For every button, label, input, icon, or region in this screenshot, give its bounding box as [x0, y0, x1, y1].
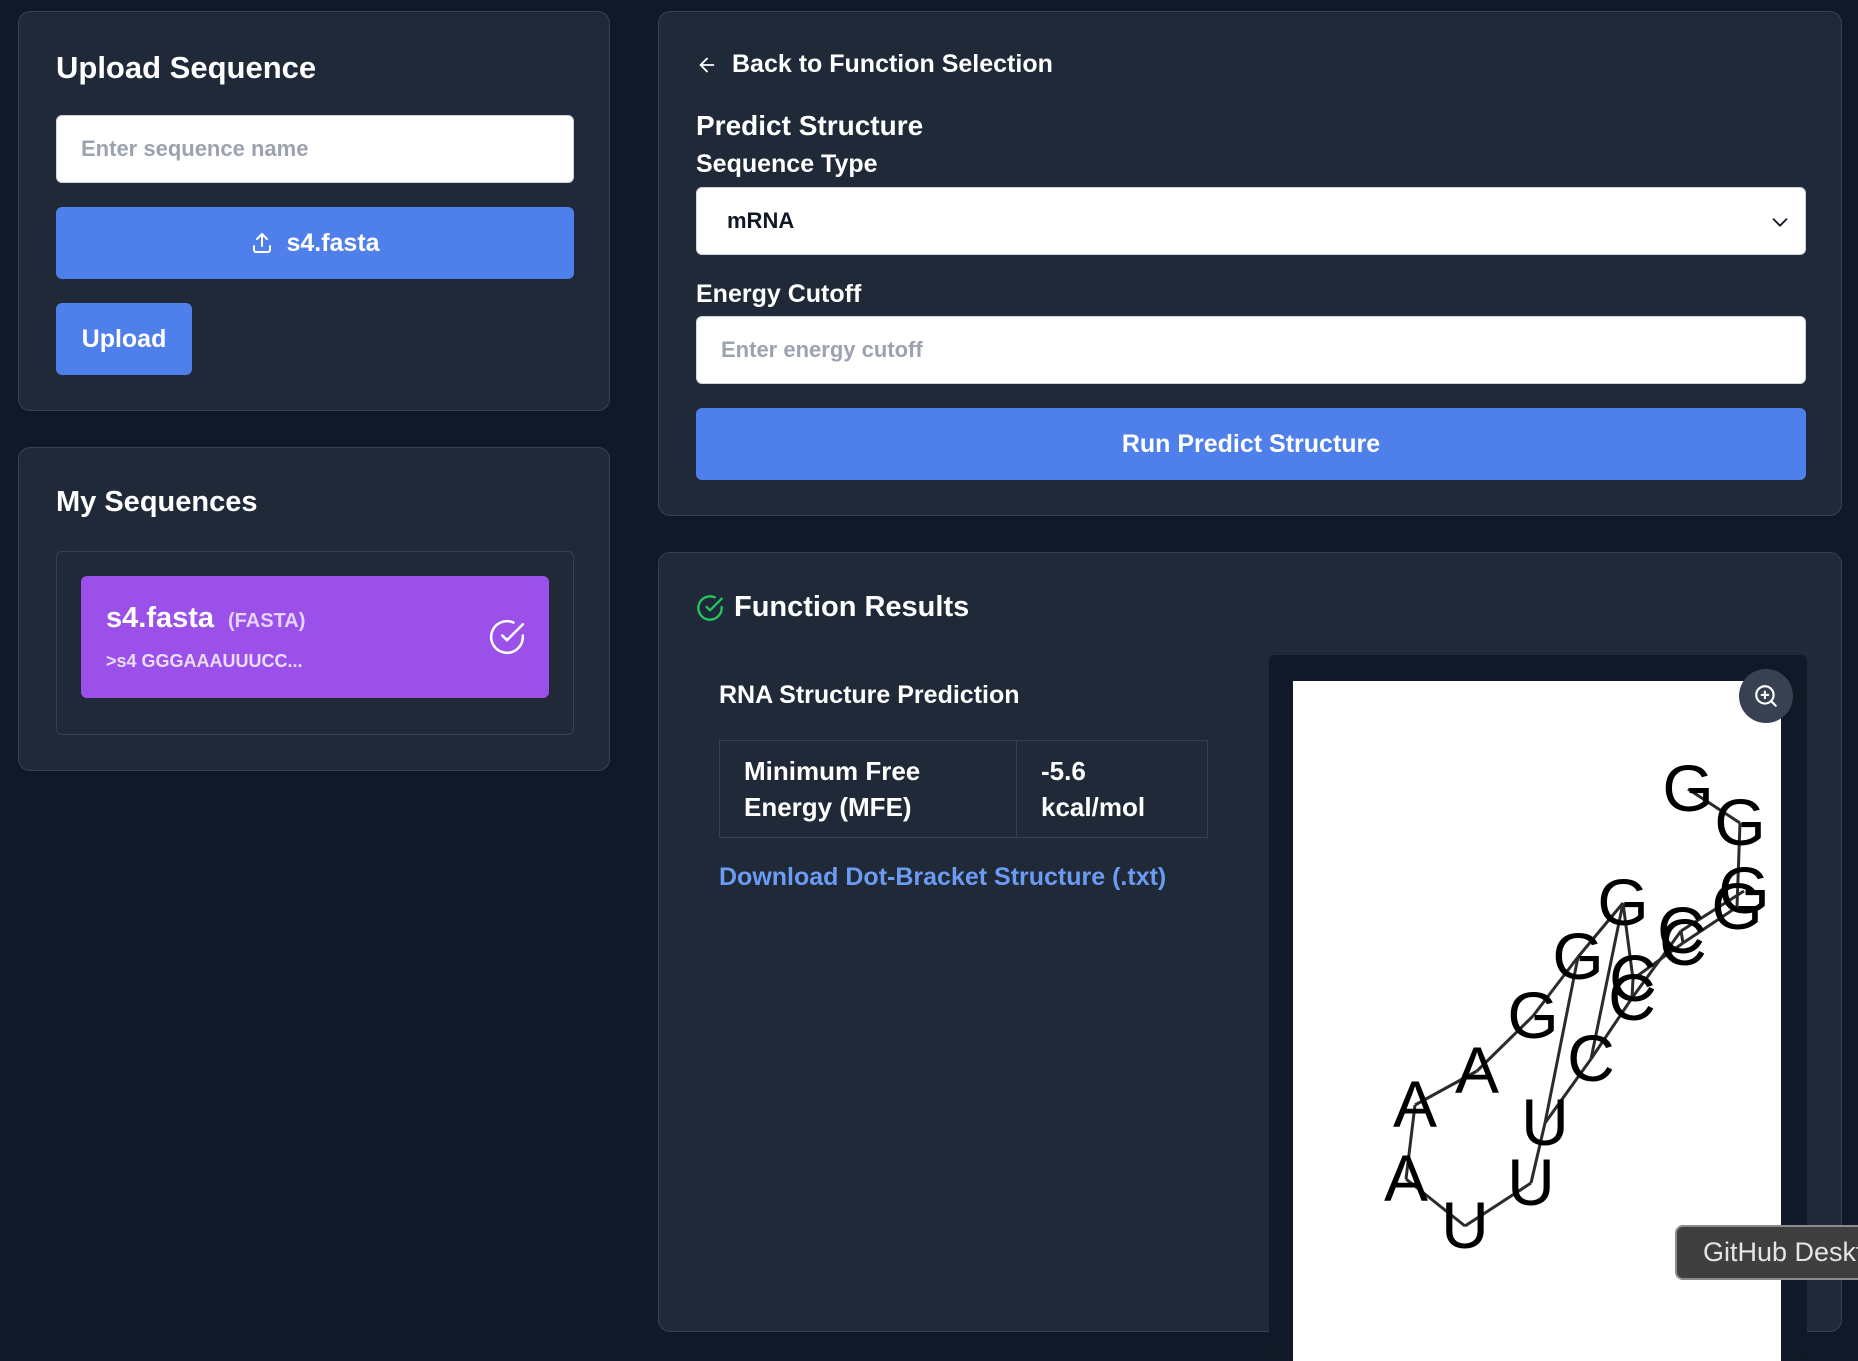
- file-select-button[interactable]: s4.fasta: [56, 207, 574, 279]
- results-subtitle: RNA Structure Prediction: [719, 681, 1020, 709]
- nucleotide-label: U: [1441, 1188, 1489, 1262]
- tooltip-text: GitHub Desktop: [1703, 1237, 1858, 1267]
- zoom-in-button[interactable]: [1739, 669, 1793, 723]
- nucleotide-label: G: [1552, 919, 1603, 993]
- arrow-left-icon: [696, 54, 718, 76]
- nucleotide-label: U: [1521, 1085, 1569, 1159]
- nucleotide-label: G: [1718, 853, 1769, 927]
- nucleotide-label: G: [1597, 865, 1648, 939]
- sequence-list: s4.fasta (FASTA) >s4 GGGAAAUUUCC...: [56, 551, 574, 735]
- energy-cutoff-label: Energy Cutoff: [696, 280, 862, 308]
- nucleotide-label: A: [1455, 1033, 1499, 1107]
- back-link-label: Back to Function Selection: [732, 50, 1053, 78]
- mfe-value-line2: kcal/mol: [1041, 792, 1146, 822]
- upload-button[interactable]: Upload: [56, 303, 192, 375]
- upload-sequence-panel: Upload Sequence s4.fasta Upload: [18, 11, 610, 411]
- mfe-table: Minimum Free Energy (MFE) -5.6 kcal/mol: [719, 740, 1208, 838]
- energy-cutoff-input[interactable]: [696, 316, 1806, 384]
- nucleotide-label: G: [1507, 978, 1558, 1052]
- sequence-name-input[interactable]: [56, 115, 574, 183]
- check-circle-icon: [696, 594, 724, 622]
- nucleotide-label: C: [1608, 960, 1656, 1034]
- results-header: Function Results: [696, 591, 969, 624]
- file-select-label: s4.fasta: [286, 228, 380, 257]
- function-panel: Back to Function Selection Predict Struc…: [658, 11, 1842, 516]
- sequence-type-label: Sequence Type: [696, 150, 878, 178]
- nucleotide-label: G: [1714, 785, 1765, 859]
- results-title: Function Results: [734, 591, 970, 623]
- nucleotide-label: C: [1657, 893, 1705, 967]
- mfe-value-line1: -5.6: [1041, 756, 1086, 786]
- mfe-value-cell: -5.6 kcal/mol: [1017, 741, 1207, 837]
- zoom-in-icon: [1753, 683, 1779, 709]
- back-link[interactable]: Back to Function Selection: [696, 50, 1053, 79]
- sequence-card[interactable]: s4.fasta (FASTA) >s4 GGGAAAUUUCC...: [81, 576, 549, 698]
- function-title: Predict Structure: [696, 110, 924, 141]
- sequence-type-select[interactable]: mRNA: [696, 187, 1806, 255]
- nucleotide-label: G: [1662, 751, 1713, 825]
- sequence-type-value: mRNA: [727, 208, 795, 233]
- sequence-name: s4.fasta: [106, 602, 215, 634]
- mfe-label-line2: Energy (MFE): [744, 792, 912, 822]
- sequence-preview: >s4 GGGAAAUUUCC...: [106, 651, 303, 671]
- app-tooltip: GitHub Desktop: [1675, 1225, 1858, 1280]
- run-predict-button[interactable]: Run Predict Structure: [696, 408, 1806, 480]
- mfe-label-cell: Minimum Free Energy (MFE): [720, 741, 1017, 837]
- sequence-format: (FASTA): [228, 610, 306, 632]
- chevron-down-icon: [1769, 211, 1791, 233]
- download-link[interactable]: Download Dot-Bracket Structure (.txt): [719, 863, 1166, 892]
- mfe-label-line1: Minimum Free: [744, 756, 921, 786]
- sequence-card-header: s4.fasta (FASTA): [106, 602, 305, 635]
- upload-icon: [250, 231, 274, 255]
- my-sequences-panel: My Sequences s4.fasta (FASTA) >s4 GGGAAA…: [18, 447, 610, 771]
- check-circle-icon[interactable]: [488, 618, 526, 661]
- results-panel: Function Results RNA Structure Predictio…: [658, 552, 1842, 1361]
- upload-panel-title: Upload Sequence: [56, 50, 317, 85]
- sequences-panel-title: My Sequences: [56, 486, 258, 518]
- nucleotide-label: A: [1384, 1141, 1428, 1215]
- nucleotide-label: A: [1393, 1067, 1437, 1141]
